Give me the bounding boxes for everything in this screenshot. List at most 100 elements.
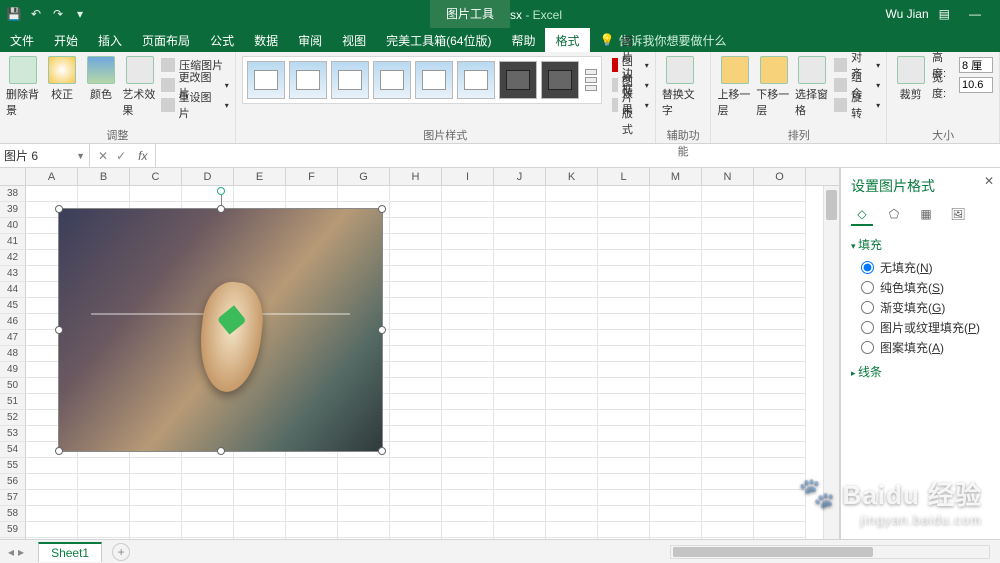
cell[interactable]	[754, 298, 806, 314]
cell[interactable]	[754, 522, 806, 538]
row-header[interactable]: 59	[0, 522, 26, 538]
cell[interactable]	[598, 458, 650, 474]
cell[interactable]	[338, 490, 390, 506]
tab-review[interactable]: 审阅	[288, 28, 332, 52]
cell[interactable]	[702, 490, 754, 506]
cell[interactable]	[286, 490, 338, 506]
cell[interactable]	[598, 378, 650, 394]
cancel-icon[interactable]: ✕	[98, 149, 108, 163]
cell[interactable]	[494, 218, 546, 234]
cell[interactable]	[390, 410, 442, 426]
column-header[interactable]: M	[650, 168, 702, 185]
column-header[interactable]: G	[338, 168, 390, 185]
cell[interactable]	[754, 378, 806, 394]
cell[interactable]	[546, 410, 598, 426]
cell[interactable]	[546, 426, 598, 442]
cell[interactable]	[546, 474, 598, 490]
column-header[interactable]: J	[494, 168, 546, 185]
row-header[interactable]: 56	[0, 474, 26, 490]
row-header[interactable]: 60	[0, 538, 26, 539]
resize-handle[interactable]	[378, 326, 386, 334]
cell[interactable]	[130, 522, 182, 538]
cell[interactable]	[754, 442, 806, 458]
cell[interactable]	[338, 458, 390, 474]
cell[interactable]	[754, 282, 806, 298]
column-header[interactable]: K	[546, 168, 598, 185]
cell[interactable]	[130, 186, 182, 202]
fill-option[interactable]: 无填充(N)	[851, 257, 990, 277]
cell[interactable]	[702, 202, 754, 218]
resize-handle[interactable]	[55, 205, 63, 213]
rotate-button[interactable]: 旋转▾	[834, 96, 880, 114]
resize-handle[interactable]	[378, 205, 386, 213]
cell[interactable]	[286, 474, 338, 490]
cell[interactable]	[754, 362, 806, 378]
row-header[interactable]: 38	[0, 186, 26, 202]
column-header[interactable]: E	[234, 168, 286, 185]
cell[interactable]	[702, 266, 754, 282]
remove-background-button[interactable]: 删除背景	[6, 56, 41, 118]
cell[interactable]	[546, 266, 598, 282]
cell[interactable]	[494, 346, 546, 362]
cell[interactable]	[702, 234, 754, 250]
cell[interactable]	[754, 330, 806, 346]
cell[interactable]	[650, 538, 702, 539]
cell[interactable]	[442, 186, 494, 202]
cell[interactable]	[234, 186, 286, 202]
cell[interactable]	[650, 522, 702, 538]
alt-text-button[interactable]: 替换文字	[662, 56, 698, 118]
cell[interactable]	[650, 298, 702, 314]
cell[interactable]	[390, 522, 442, 538]
style-thumb[interactable]	[499, 61, 537, 99]
row-header[interactable]: 39	[0, 202, 26, 218]
cell[interactable]	[26, 458, 78, 474]
cell[interactable]	[598, 426, 650, 442]
cell[interactable]	[598, 250, 650, 266]
tab-home[interactable]: 开始	[44, 28, 88, 52]
cell[interactable]	[494, 458, 546, 474]
cell[interactable]	[338, 474, 390, 490]
cell[interactable]	[442, 458, 494, 474]
redo-icon[interactable]: ↷	[50, 6, 66, 22]
cell[interactable]	[130, 458, 182, 474]
sheet-tab[interactable]: Sheet1	[38, 542, 102, 562]
tab-view[interactable]: 视图	[332, 28, 376, 52]
cell[interactable]	[598, 346, 650, 362]
cell[interactable]	[598, 522, 650, 538]
cell[interactable]	[702, 330, 754, 346]
fill-option[interactable]: 渐变填充(G)	[851, 297, 990, 317]
fill-line-icon[interactable]: ◇	[851, 204, 873, 226]
cell[interactable]	[650, 266, 702, 282]
cell[interactable]	[130, 538, 182, 539]
cell[interactable]	[546, 538, 598, 539]
cell[interactable]	[390, 250, 442, 266]
cell[interactable]	[702, 442, 754, 458]
style-thumb[interactable]	[541, 61, 579, 99]
style-thumb[interactable]	[289, 61, 327, 99]
cell[interactable]	[754, 346, 806, 362]
section-fill[interactable]: 填充	[851, 236, 990, 253]
tab-nav-prev-icon[interactable]: ◂	[8, 545, 14, 559]
cell[interactable]	[390, 186, 442, 202]
resize-handle[interactable]	[217, 447, 225, 455]
cell[interactable]	[494, 298, 546, 314]
cell[interactable]	[650, 410, 702, 426]
crop-button[interactable]: 裁剪	[893, 56, 928, 102]
cell[interactable]	[650, 442, 702, 458]
cell[interactable]	[286, 538, 338, 539]
cell[interactable]	[390, 202, 442, 218]
cell[interactable]	[494, 250, 546, 266]
resize-handle[interactable]	[55, 326, 63, 334]
style-thumb[interactable]	[331, 61, 369, 99]
cell[interactable]	[234, 538, 286, 539]
fx-icon[interactable]: fx	[134, 149, 147, 163]
cell[interactable]	[546, 490, 598, 506]
column-header[interactable]: D	[182, 168, 234, 185]
cell[interactable]	[494, 442, 546, 458]
cell[interactable]	[26, 186, 78, 202]
cell[interactable]	[390, 506, 442, 522]
cell[interactable]	[598, 394, 650, 410]
cell[interactable]	[598, 474, 650, 490]
size-properties-icon[interactable]: ▦	[915, 204, 937, 226]
cell[interactable]	[546, 298, 598, 314]
